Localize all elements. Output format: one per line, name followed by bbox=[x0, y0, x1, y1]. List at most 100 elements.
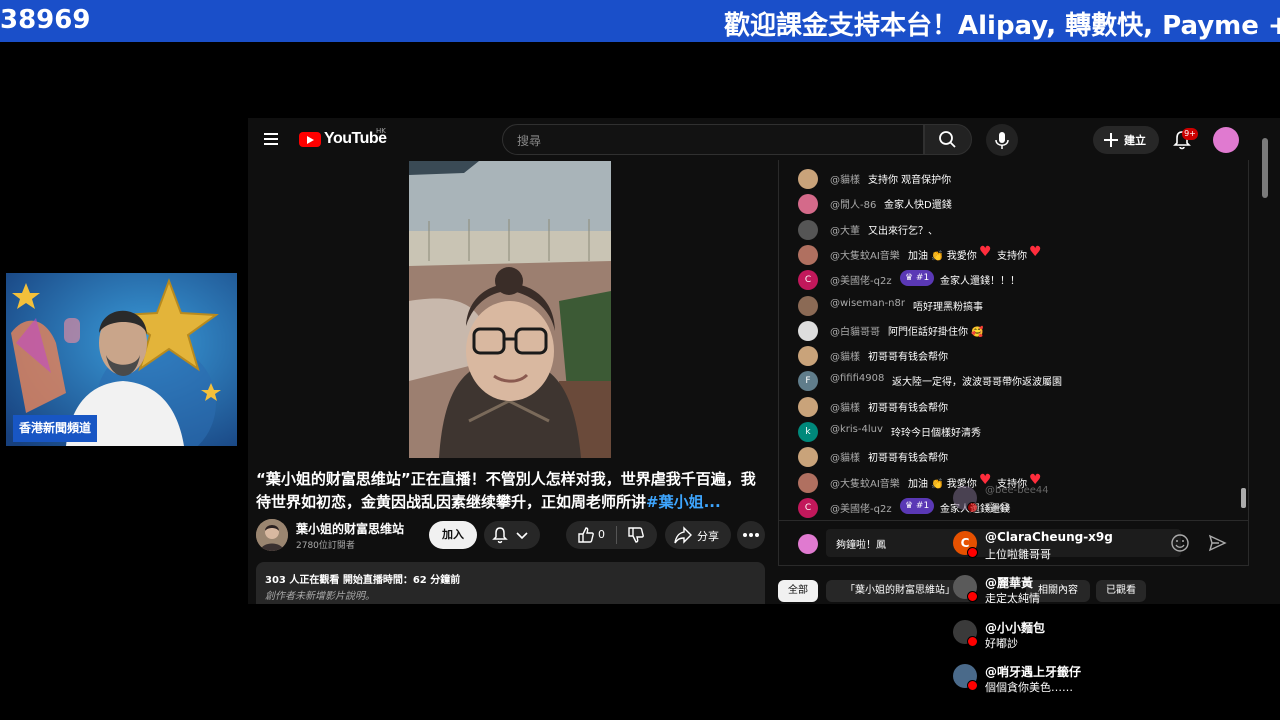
search-placeholder: 搜尋 bbox=[517, 134, 542, 148]
subscriber-count: 2780位訂閱者 bbox=[296, 541, 355, 551]
video-player[interactable] bbox=[409, 161, 611, 458]
chat-author[interactable]: @白貓哥哥 bbox=[830, 323, 880, 338]
share-button[interactable]: 分享 bbox=[665, 521, 731, 549]
my-avatar bbox=[798, 534, 818, 554]
overlay-text: 個個貪你美色…… bbox=[985, 681, 1073, 694]
chat-avatar[interactable] bbox=[798, 169, 818, 189]
chat-message[interactable]: k @kris-4luv 玲玲今日個樣好清秀 bbox=[798, 421, 1238, 443]
chat-text: 支持你 观音保护你 bbox=[868, 175, 952, 186]
dislike-icon[interactable] bbox=[624, 521, 648, 549]
overlay-comment: @小小麵包 好嘟訬 bbox=[945, 614, 1265, 656]
more-horizontal-icon bbox=[743, 533, 759, 537]
chat-message[interactable]: @貓樣 初哥哥有钱会帮你 bbox=[798, 446, 1238, 468]
ticker-number: 38969 bbox=[0, 5, 91, 35]
chat-author[interactable]: @貓樣 bbox=[830, 171, 860, 186]
video-frame-image bbox=[409, 161, 611, 458]
heart-icon: ♥ bbox=[1029, 243, 1042, 260]
more-actions-button[interactable] bbox=[737, 521, 765, 549]
menu-icon[interactable] bbox=[264, 133, 278, 145]
chat-avatar[interactable] bbox=[798, 244, 818, 265]
youtube-logo-icon[interactable] bbox=[299, 132, 321, 147]
region-code: HK bbox=[376, 127, 386, 135]
chat-message[interactable]: @閒人-86 金家人快D還錢 bbox=[798, 193, 1238, 215]
chat-message[interactable]: @貓樣 初哥哥有钱会帮你 bbox=[798, 396, 1238, 418]
chat-avatar[interactable] bbox=[798, 396, 818, 417]
chat-message[interactable]: @貓樣 初哥哥有钱会帮你 bbox=[798, 345, 1238, 367]
overlay-text: 好嘟訬 bbox=[985, 636, 1018, 650]
viewer-stats: 303 人正在觀看 開始直播時間：62 分鐘前 bbox=[265, 575, 461, 586]
voice-search-button[interactable] bbox=[986, 124, 1018, 156]
chat-author[interactable]: @美國佬-q2z bbox=[830, 500, 892, 515]
chat-message[interactable]: @白貓哥哥 阿門佢話好掛住你 🥰 bbox=[798, 320, 1238, 342]
plus-icon bbox=[1104, 133, 1118, 147]
chat-message[interactable]: @wiseman-n8r 唔好理黑粉搞事 bbox=[798, 295, 1238, 317]
chat-message[interactable]: @大隻蚊AI音樂 加油 👏 我愛你 ♥ 支持你 ♥ bbox=[798, 244, 1238, 266]
live-dot-icon bbox=[967, 502, 978, 513]
chat-author[interactable]: @kris-4luv bbox=[830, 424, 883, 435]
chat-author[interactable]: @貓樣 bbox=[830, 449, 860, 464]
like-dislike-group: 0 bbox=[566, 521, 657, 549]
chat-text: 玲玲今日個樣好清秀 bbox=[891, 428, 981, 439]
chat-author[interactable]: @閒人-86 bbox=[830, 196, 876, 211]
chat-avatar[interactable]: k bbox=[798, 422, 818, 442]
chat-avatar[interactable] bbox=[798, 320, 818, 341]
chat-avatar[interactable] bbox=[798, 219, 818, 240]
chat-author[interactable]: @fififi4908 bbox=[830, 373, 884, 384]
chat-avatar[interactable] bbox=[798, 447, 818, 468]
overlay-text: 走定太純情 bbox=[985, 592, 1040, 605]
chat-text: 初哥哥有钱会帮你 bbox=[868, 352, 948, 364]
join-button[interactable]: 加入 bbox=[429, 521, 477, 549]
chat-author[interactable]: @貓樣 bbox=[830, 348, 860, 363]
chat-author[interactable]: @貓樣 bbox=[830, 399, 860, 414]
live-dot-icon bbox=[967, 591, 978, 602]
chat-avatar[interactable] bbox=[798, 295, 818, 316]
chat-input-text: 夠鐘啦！鳳 bbox=[836, 540, 886, 551]
chat-text: 支持你 bbox=[997, 250, 1027, 262]
chat-author[interactable]: @美國佬-q2z bbox=[830, 272, 892, 287]
chat-avatar[interactable]: F bbox=[798, 371, 818, 392]
chat-author[interactable]: @wiseman-n8r bbox=[830, 298, 905, 309]
chat-text: 金家人快D還錢 bbox=[884, 200, 952, 212]
video-description[interactable]: 303 人正在觀看 開始直播時間：62 分鐘前 創作者未新增影片說明。 bbox=[256, 562, 765, 604]
account-avatar[interactable] bbox=[1213, 127, 1239, 153]
chip-all[interactable]: 全部 bbox=[778, 580, 818, 602]
chat-message[interactable]: @貓樣 支持你 观音保护你 bbox=[798, 168, 1238, 190]
overlay-author: @哨牙遇上牙籤仔 bbox=[985, 665, 1082, 679]
chat-text: 返大陸一定得，波波哥哥帶你返波屬園 bbox=[892, 377, 1062, 389]
page-scrollbar[interactable] bbox=[1262, 138, 1268, 198]
create-label: 建立 bbox=[1124, 134, 1146, 147]
chat-message[interactable]: C @美國佬-q2z ♛ #1 金家人還錢！！！ bbox=[798, 269, 1238, 291]
microphone-icon bbox=[995, 132, 1009, 149]
chat-avatar[interactable]: C bbox=[798, 270, 818, 291]
hashtag-link[interactable]: #葉小姐... bbox=[646, 493, 721, 511]
channel-avatar-image bbox=[256, 519, 288, 551]
search-input[interactable]: 搜尋 bbox=[502, 124, 924, 155]
chat-message[interactable]: F @fififi4908 返大陸一定得，波波哥哥帶你返波屬園 bbox=[798, 370, 1238, 392]
channel-name[interactable]: 葉小姐的财富思维站 bbox=[296, 520, 404, 537]
heart-icon: ♥ bbox=[979, 243, 992, 260]
live-dot-icon bbox=[967, 635, 978, 647]
youtube-header: YouTube HK 搜尋 建立 9+ bbox=[248, 118, 1280, 162]
chat-text: 加油 👏 我愛你 bbox=[908, 250, 977, 262]
search-button[interactable] bbox=[924, 124, 972, 155]
chat-text: 阿門佢話好掛住你 🥰 bbox=[888, 326, 984, 338]
notification-count-badge: 9+ bbox=[1182, 128, 1198, 140]
chat-author[interactable]: @大董 bbox=[830, 222, 860, 237]
live-dot-icon bbox=[967, 546, 978, 558]
overlay-author: @麗華黃 bbox=[985, 576, 1034, 590]
chat-avatar[interactable] bbox=[798, 472, 818, 493]
create-button[interactable]: 建立 bbox=[1093, 126, 1159, 154]
chevron-down-icon bbox=[516, 532, 528, 540]
notification-bell-button[interactable] bbox=[484, 521, 540, 549]
like-icon[interactable] bbox=[574, 521, 598, 549]
chat-text: 初哥哥有钱会帮你 bbox=[868, 453, 948, 465]
chat-author[interactable]: @大隻蚊AI音樂 bbox=[830, 475, 900, 490]
news-ticker: 38969 歡迎課金支持本台！Alipay, 轉數快, Payme + bbox=[0, 0, 1280, 42]
chat-avatar[interactable]: C bbox=[798, 497, 818, 518]
overlay-text: 上位啦雛哥哥 bbox=[985, 547, 1051, 561]
channel-avatar[interactable] bbox=[256, 519, 288, 551]
chat-avatar[interactable] bbox=[798, 346, 818, 367]
chat-author[interactable]: @大隻蚊AI音樂 bbox=[830, 247, 900, 262]
chat-message[interactable]: @大董 又出來行乞？、 bbox=[798, 219, 1238, 241]
chat-avatar[interactable] bbox=[798, 194, 818, 215]
